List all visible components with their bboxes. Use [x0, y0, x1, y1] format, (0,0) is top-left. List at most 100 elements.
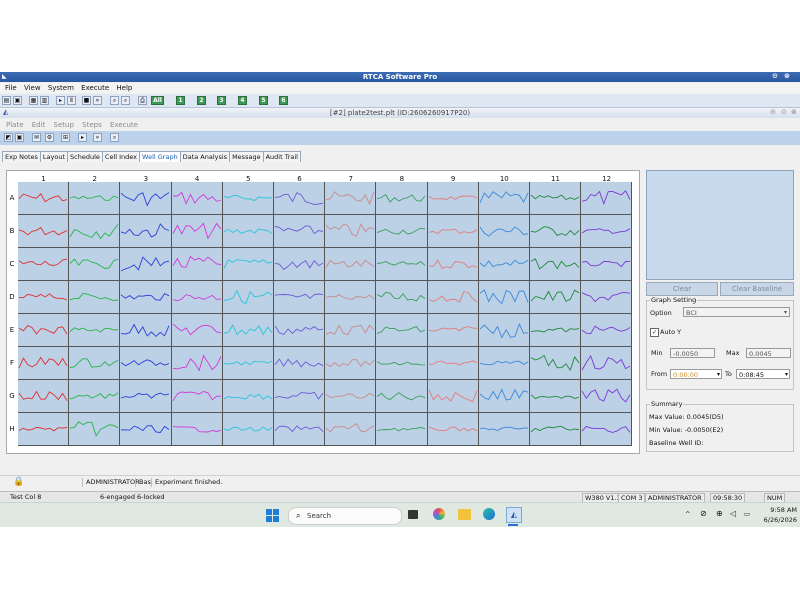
submenu-steps[interactable]: Steps — [82, 120, 102, 130]
well-E7[interactable] — [325, 314, 377, 347]
well-E12[interactable] — [581, 314, 633, 347]
menu-execute[interactable]: Execute — [81, 83, 109, 93]
task-view-icon[interactable] — [408, 510, 418, 519]
doc-minimize-icon[interactable]: ⊝ — [770, 108, 776, 116]
well-D7[interactable] — [325, 281, 377, 314]
well-C12[interactable] — [581, 248, 633, 281]
min-input[interactable]: -0.0050 — [670, 348, 715, 358]
clock-time[interactable]: 9:58 AM — [765, 506, 797, 514]
well-C1[interactable] — [18, 248, 70, 281]
well-D1[interactable] — [18, 281, 70, 314]
well-G9[interactable] — [427, 380, 479, 413]
well-D12[interactable] — [581, 281, 633, 314]
tab-layout[interactable]: Layout — [39, 151, 69, 162]
well-D5[interactable] — [222, 281, 274, 314]
menu-view[interactable]: View — [24, 83, 41, 93]
option-select[interactable]: BCI ▾ — [683, 307, 790, 317]
tab-message[interactable]: Message — [229, 151, 264, 162]
lock-icon[interactable]: ⊞ — [61, 133, 70, 142]
well-C9[interactable] — [427, 248, 479, 281]
well-F3[interactable] — [120, 347, 172, 380]
submenu-execute[interactable]: Execute — [110, 120, 138, 130]
well-E9[interactable] — [427, 314, 479, 347]
well-E10[interactable] — [478, 314, 530, 347]
well-B1[interactable] — [18, 215, 70, 248]
well-G2[interactable] — [69, 380, 121, 413]
well-A1[interactable] — [18, 182, 70, 215]
well-B10[interactable] — [478, 215, 530, 248]
well-B9[interactable] — [427, 215, 479, 248]
well-F1[interactable] — [18, 347, 70, 380]
well-B12[interactable] — [581, 215, 633, 248]
well-A12[interactable] — [581, 182, 633, 215]
file-explorer-icon[interactable] — [458, 509, 471, 520]
clear-baseline-button[interactable]: Clear Baseline — [720, 282, 794, 296]
stop-icon[interactable]: ■ — [82, 96, 91, 105]
submenu-setup[interactable]: Setup — [54, 120, 74, 130]
globe-icon[interactable]: ⊕ — [716, 509, 723, 518]
submenu-edit[interactable]: Edit — [32, 120, 46, 130]
network-off-icon[interactable]: ⊘ — [700, 509, 707, 518]
well-H10[interactable] — [478, 413, 530, 446]
tab-exp-notes[interactable]: Exp Notes — [2, 151, 41, 162]
well-D9[interactable] — [427, 281, 479, 314]
volume-icon[interactable]: ◁ — [730, 509, 736, 518]
well-F8[interactable] — [376, 347, 428, 380]
well-H7[interactable] — [325, 413, 377, 446]
auto-y-checkbox[interactable]: ✓ — [650, 328, 659, 337]
well-B4[interactable] — [171, 215, 223, 248]
well-E5[interactable] — [222, 314, 274, 347]
well-C11[interactable] — [530, 248, 582, 281]
well-G10[interactable] — [478, 380, 530, 413]
play-icon[interactable]: ▸ — [56, 96, 65, 105]
clock-date[interactable]: 6/26/2026 — [761, 516, 797, 524]
group-4-button[interactable]: 4 — [238, 96, 247, 105]
menu-system[interactable]: System — [48, 83, 74, 93]
new-icon[interactable]: ▤ — [2, 96, 11, 105]
well-D2[interactable] — [69, 281, 121, 314]
submenu-plate[interactable]: Plate — [6, 120, 24, 130]
well-F9[interactable] — [427, 347, 479, 380]
well-D6[interactable] — [274, 281, 326, 314]
well-D3[interactable] — [120, 281, 172, 314]
well-C10[interactable] — [478, 248, 530, 281]
well-A9[interactable] — [427, 182, 479, 215]
report-icon[interactable]: ▦ — [29, 96, 38, 105]
well-E3[interactable] — [120, 314, 172, 347]
minimize-icon[interactable]: ⊝ — [772, 72, 778, 80]
print-icon[interactable]: ⎙ — [138, 96, 147, 105]
group-all-button[interactable]: All — [151, 96, 164, 105]
doc-close-icon[interactable]: ⊗ — [791, 108, 797, 116]
copilot-icon[interactable] — [433, 508, 445, 520]
well-F2[interactable] — [69, 347, 121, 380]
group-5-button[interactable]: 5 — [259, 96, 268, 105]
well-E2[interactable] — [69, 314, 121, 347]
well-H6[interactable] — [274, 413, 326, 446]
open-icon[interactable]: ◩ — [4, 133, 13, 142]
tab-well-graph[interactable]: Well Graph — [139, 151, 181, 162]
well-F11[interactable] — [530, 347, 582, 380]
well-H12[interactable] — [581, 413, 633, 446]
well-H11[interactable] — [530, 413, 582, 446]
battery-icon[interactable]: ▭ — [744, 510, 750, 518]
well-B5[interactable] — [222, 215, 274, 248]
well-G4[interactable] — [171, 380, 223, 413]
well-G11[interactable] — [530, 380, 582, 413]
well-A8[interactable] — [376, 182, 428, 215]
close-icon[interactable]: ⊗ — [784, 72, 790, 80]
well-F12[interactable] — [581, 347, 633, 380]
zoom-plate-icon[interactable]: ⌕ — [110, 133, 119, 142]
to-input[interactable]: 0:08:45 ▾ — [736, 369, 790, 379]
well-F10[interactable] — [478, 347, 530, 380]
well-A3[interactable] — [120, 182, 172, 215]
well-H1[interactable] — [18, 413, 70, 446]
pause-icon[interactable]: Ⅱ — [67, 96, 76, 105]
well-A10[interactable] — [478, 182, 530, 215]
zoom-in-icon[interactable]: ⌕ — [110, 96, 119, 105]
windows-start-icon[interactable] — [266, 509, 279, 522]
play-plate-icon[interactable]: ▸ — [78, 133, 87, 142]
well-H8[interactable] — [376, 413, 428, 446]
well-C5[interactable] — [222, 248, 274, 281]
taskbar-search[interactable]: ⌕ Search — [288, 507, 402, 525]
clear-button[interactable]: Clear — [646, 282, 718, 296]
